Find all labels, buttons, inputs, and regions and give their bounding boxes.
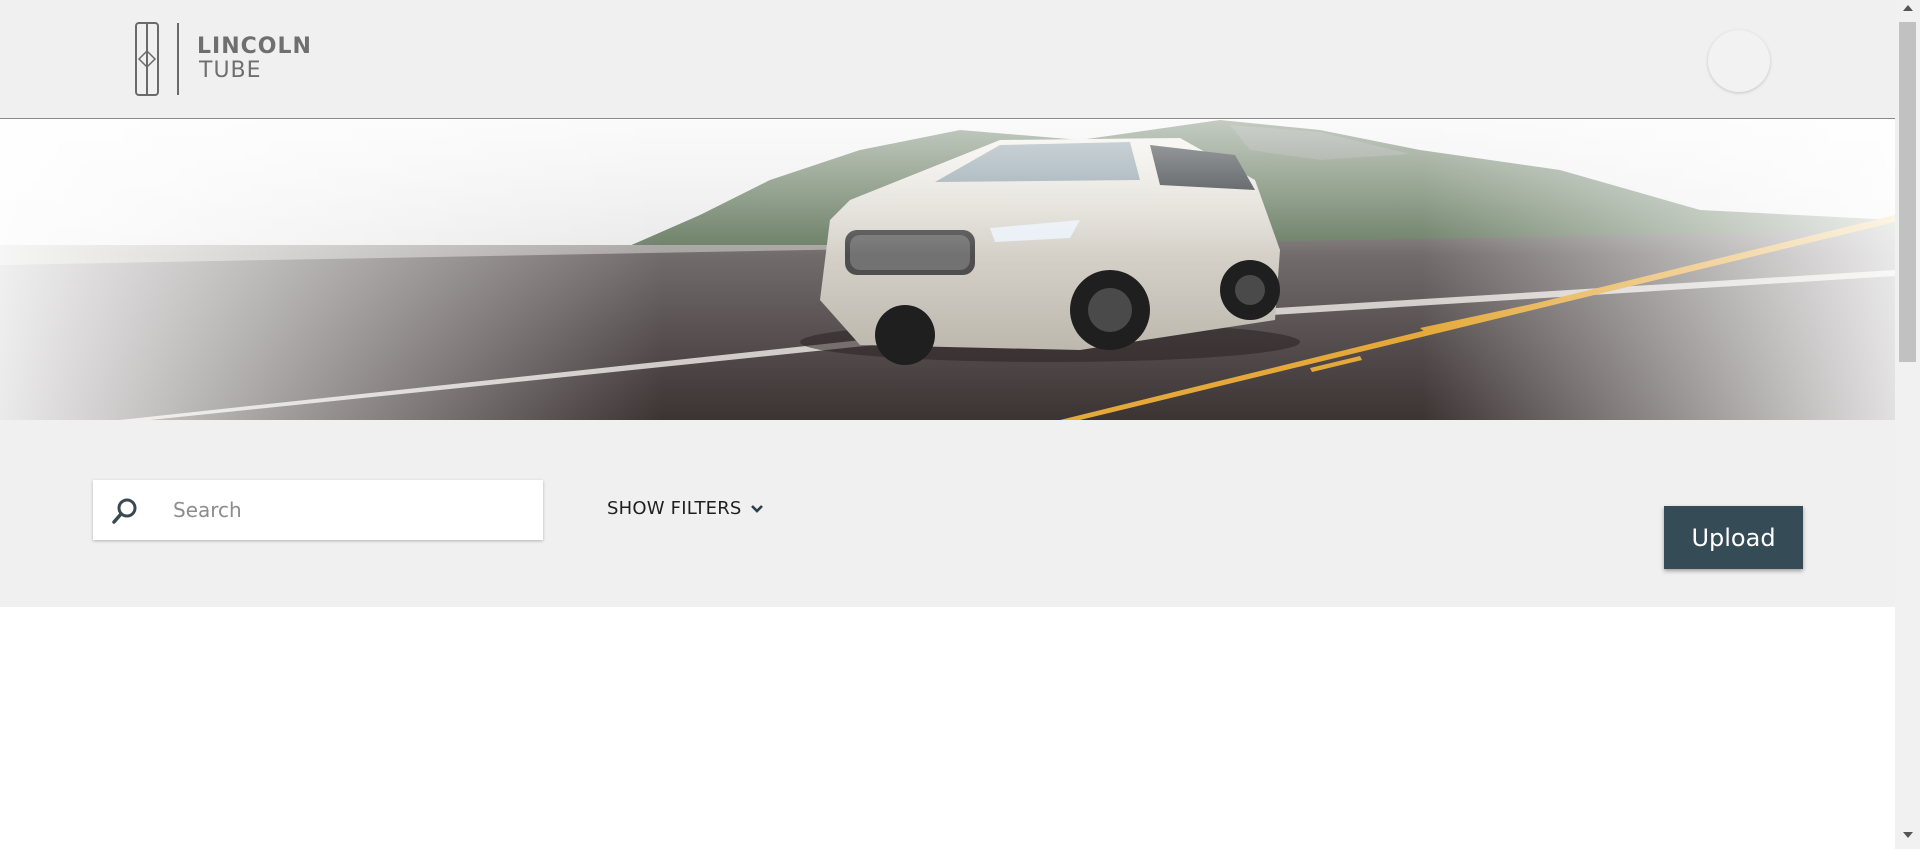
- page: LINCOLN TUBE Search SHOW FILTERS Upload: [0, 0, 1895, 849]
- hero-image: [0, 120, 1895, 420]
- search-box[interactable]: [93, 480, 543, 540]
- site-header: LINCOLN TUBE: [0, 0, 1895, 119]
- logo-divider: [177, 23, 179, 95]
- show-filters-toggle[interactable]: SHOW FILTERS: [607, 498, 764, 519]
- search-toolbar: SHOW FILTERS Upload: [0, 420, 1895, 607]
- content-area: [0, 607, 1895, 849]
- lincoln-tube-logo[interactable]: LINCOLN TUBE: [135, 21, 312, 97]
- upload-button[interactable]: Upload: [1664, 506, 1803, 569]
- logo-line1: LINCOLN: [197, 34, 312, 59]
- lincoln-star-icon: [135, 22, 159, 96]
- search-icon[interactable]: [111, 497, 139, 525]
- hero-banner: [0, 120, 1895, 420]
- user-avatar[interactable]: [1708, 30, 1770, 92]
- scroll-up-arrow-icon[interactable]: [1903, 5, 1913, 11]
- logo-line2: TUBE: [199, 58, 262, 83]
- scroll-thumb[interactable]: [1899, 22, 1916, 362]
- logo-wordmark: LINCOLN TUBE: [197, 36, 312, 82]
- show-filters-label: SHOW FILTERS: [607, 498, 742, 519]
- search-input[interactable]: [173, 480, 533, 540]
- vertical-scrollbar[interactable]: [1895, 0, 1920, 849]
- scroll-down-arrow-icon[interactable]: [1903, 832, 1913, 838]
- chevron-down-icon: [750, 504, 763, 513]
